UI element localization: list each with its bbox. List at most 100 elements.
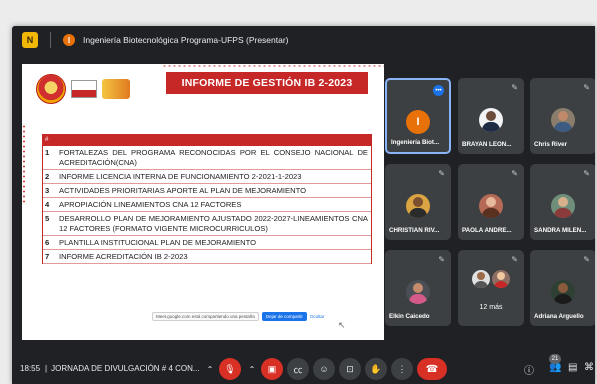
share-notification: Meet.google.com está compartiendo una pe… [152,310,324,322]
participant-name: BRAYAN LEON... [462,141,512,148]
more-participants-label: 12 más [479,304,503,311]
video-options-chevron-icon[interactable]: ⌃ [244,358,260,380]
row-number: 4 [45,200,50,209]
avatar-wrap [406,280,430,304]
participant-tile[interactable]: ✎ Elkin Caicedo [385,250,451,326]
mic-off-icon: ✎ [438,169,445,178]
mic-off-icon[interactable]: 🎙 [219,358,241,380]
table-row: 6 PLANTILLA INSTITUCIONAL PLAN DE MEJORAM… [43,236,371,250]
participant-tile[interactable]: ••• I Ingeniería Biot... [385,78,451,154]
row-number: 7 [45,252,50,261]
more-participants-tile[interactable]: ✎ 12 más [458,250,524,326]
row-text: PLANTILLA INSTITUCIONAL PLAN DE MEJORAMI… [59,238,257,247]
avatar-wrap [551,194,575,218]
mic-off-icon: ✎ [511,169,518,178]
table-row: 1 FORTALEZAS DEL PROGRAMA RECONOCIDAS POR… [43,146,371,170]
hide-share-button[interactable]: Ocultar [310,314,325,319]
stop-sharing-button[interactable]: Dejar de compartir [261,311,307,321]
avatar-wrap [479,194,503,218]
mic-off-icon: ✎ [583,83,590,92]
meeting-name: JORNADA DE DIVULGACIÓN # 4 CON... [51,363,200,373]
table-row: 4 APROPIACIÓN LINEAMIENTOS CNA 12 FACTORE… [43,198,371,212]
participant-name: PAOLA ANDRE... [462,227,512,234]
participant-name: SANDRA MILEN... [534,227,587,234]
avatar [406,194,430,218]
anniversary-logo [102,79,130,99]
row-number: 5 [45,214,50,223]
avatar-wrap [551,108,575,132]
end-call-icon[interactable]: ☎ [417,358,447,380]
participant-tile[interactable]: ✎ SANDRA MILEN... [530,164,595,240]
row-text: DESARROLLO PLAN DE MEJORAMIENTO AJUSTADO… [59,214,368,233]
row-number: 1 [45,148,50,157]
slide-title: INFORME DE GESTIÓN IB 2-2023 [166,72,368,94]
bottom-control-bar: 18:55 | JORNADA DE DIVULGACIÓN # 4 CON..… [12,352,595,384]
meet-window: N I Ingeniería Biotecnológica Programa-U… [12,26,595,384]
mic-off-icon: ✎ [583,169,590,178]
row-number: 2 [45,172,50,181]
shared-slide: INFORME DE GESTIÓN IB 2-2023 # 1 FORTALEZ… [22,64,384,340]
chat-icon[interactable]: ▤ [568,362,577,373]
emoji-icon[interactable]: ☺ [313,358,335,380]
presenter-avatar: I [63,34,75,46]
avatar [551,194,575,218]
avatar [551,108,575,132]
participant-tile[interactable]: ✎ CHRISTIAN RIV... [385,164,451,240]
agenda-table: 1 FORTALEZAS DEL PROGRAMA RECONOCIDAS POR… [42,146,372,264]
avatar [551,280,575,304]
divider [50,32,51,48]
logos [36,74,130,104]
participant-tile[interactable]: ✎ Adriana Arguello [530,250,595,326]
avatar-wrap [479,108,503,132]
mic-off-icon: ✎ [438,255,445,264]
captions-icon[interactable]: ㏄ [287,358,309,380]
avatar-wrap [406,194,430,218]
row-text: ACTIVIDADES PRIORITARIAS APORTE AL PLAN … [59,186,306,195]
participant-name: Chris River [534,141,568,148]
people-icon[interactable]: 👥 [549,362,561,373]
present-icon[interactable]: ⊡ [339,358,361,380]
table-header: # [42,134,372,146]
participant-name: Elkin Caicedo [389,313,430,320]
row-number: 6 [45,238,50,247]
row-text: INFORME ACREDITACIÓN IB 2-2023 [59,252,188,261]
avatar [479,108,503,132]
avatar-wrap [472,270,510,288]
mic-off-icon: ✎ [583,255,590,264]
participant-tile[interactable]: ✎ PAOLA ANDRE... [458,164,524,240]
more-icon[interactable]: ⋮ [391,358,413,380]
institution-logo [71,80,97,98]
participant-tile[interactable]: ✎ Chris River [530,78,595,154]
app-badge-icon[interactable]: N [22,32,38,48]
avatar [472,270,490,288]
participant-tile[interactable]: ✎ BRAYAN LEON... [458,78,524,154]
table-row: 5 DESARROLLO PLAN DE MEJORAMIENTO AJUSTAD… [43,212,371,236]
camera-off-icon[interactable]: ▣ [261,358,283,380]
speaking-indicator-icon: ••• [433,85,444,96]
activities-icon[interactable]: ⌘ [584,362,594,373]
share-status-text: Meet.google.com está compartiendo una pe… [152,311,259,321]
mic-off-icon: ✎ [511,255,518,264]
audio-options-chevron-icon[interactable]: ⌃ [202,358,218,380]
raise-hand-icon[interactable]: ✋ [365,358,387,380]
row-text: APROPIACIÓN LINEAMIENTOS CNA 12 FACTORES [59,200,242,209]
participant-name: Ingeniería Biot... [391,139,440,146]
avatar-wrap [551,280,575,304]
decorative-dots [22,124,26,204]
row-text: INFORME LICENCIA INTERNA DE FUNCIONAMIEN… [59,172,302,181]
avatar [479,194,503,218]
table-row: 7 INFORME ACREDITACIÓN IB 2-2023 [43,250,371,264]
row-text: FORTALEZAS DEL PROGRAMA RECONOCIDAS POR … [59,148,368,167]
decorative-dots [162,64,384,68]
info-icon[interactable]: ⓘ [524,362,534,377]
cursor-icon: ↖ [338,320,346,330]
top-bar: N I Ingeniería Biotecnológica Programa-U… [12,26,595,54]
presenter-label: Ingeniería Biotecnológica Programa-UFPS … [83,35,289,45]
avatar-group [472,270,510,288]
avatar-wrap: I [406,110,430,134]
university-seal-logo [36,74,66,104]
clock: 18:55 [20,363,41,373]
table-row: 2 INFORME LICENCIA INTERNA DE FUNCIONAMIE… [43,170,371,184]
mic-off-icon: ✎ [511,83,518,92]
participant-name: CHRISTIAN RIV... [389,227,440,234]
